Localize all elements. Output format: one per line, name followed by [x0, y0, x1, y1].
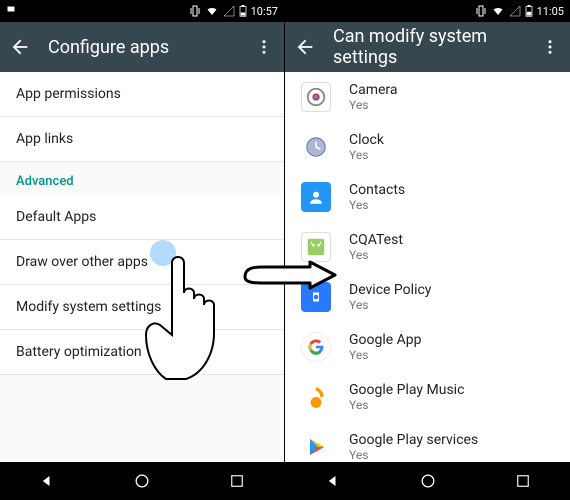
overflow-menu-icon[interactable] — [252, 35, 276, 59]
app-sub: Yes — [349, 98, 398, 112]
app-row-google-app[interactable]: Google App Yes — [285, 322, 570, 372]
clock-time: 10:57 — [251, 5, 278, 18]
google-icon — [301, 332, 331, 362]
app-sub: Yes — [349, 398, 464, 412]
wifi-icon — [205, 5, 219, 17]
app-row-contacts[interactable]: Contacts Yes — [285, 172, 570, 222]
app-title: Clock — [349, 132, 384, 148]
signal-icon — [223, 5, 235, 17]
row-app-links[interactable]: App links — [0, 117, 284, 162]
camera-icon — [301, 82, 331, 112]
nav-bar — [0, 462, 284, 500]
app-title: Contacts — [349, 182, 405, 198]
app-title: Device Policy — [349, 282, 431, 298]
app-title: CQATest — [349, 232, 403, 248]
nav-home-icon[interactable] — [415, 468, 441, 494]
nav-home-icon[interactable] — [129, 468, 155, 494]
app-sub: Yes — [349, 148, 384, 162]
device-policy-icon — [301, 282, 331, 312]
app-row-camera[interactable]: Camera Yes — [285, 72, 570, 122]
battery-icon — [525, 5, 533, 17]
row-modify-system[interactable]: Modify system settings — [0, 285, 284, 330]
overflow-menu-icon[interactable] — [538, 35, 562, 59]
play-music-icon — [301, 382, 331, 412]
signal-icon — [509, 5, 521, 17]
back-arrow-icon[interactable] — [8, 35, 32, 59]
row-draw-over[interactable]: Draw over other apps — [0, 240, 284, 285]
appbar-title: Can modify system settings — [333, 26, 522, 68]
cqatest-icon — [301, 232, 331, 262]
nav-recents-icon[interactable] — [224, 468, 250, 494]
app-row-play-music[interactable]: Google Play Music Yes — [285, 372, 570, 422]
row-app-permissions[interactable]: App permissions — [0, 72, 284, 117]
app-title: Google Play Music — [349, 382, 464, 398]
battery-icon — [239, 5, 247, 17]
wifi-icon — [491, 5, 505, 17]
section-advanced: Advanced — [0, 162, 284, 195]
app-title: Google Play services — [349, 432, 478, 448]
appbar-title: Configure apps — [48, 37, 236, 58]
nav-back-icon[interactable] — [34, 468, 60, 494]
play-services-icon — [301, 432, 331, 462]
app-sub: Yes — [349, 198, 405, 212]
row-default-apps[interactable]: Default Apps — [0, 195, 284, 240]
app-title: Camera — [349, 82, 398, 98]
notification-icon — [6, 5, 18, 17]
app-row-cqatest[interactable]: CQATest Yes — [285, 222, 570, 272]
row-battery-opt[interactable]: Battery optimization — [0, 330, 284, 375]
status-bar: 11:05 — [285, 0, 570, 22]
nav-recents-icon[interactable] — [510, 468, 536, 494]
app-row-play-services[interactable]: Google Play services Yes — [285, 422, 570, 462]
app-sub: Yes — [349, 248, 403, 262]
app-row-clock[interactable]: Clock Yes — [285, 122, 570, 172]
vibrate-icon — [189, 5, 201, 17]
app-bar: Can modify system settings — [285, 22, 570, 72]
app-sub: Yes — [349, 348, 422, 362]
back-arrow-icon[interactable] — [293, 35, 317, 59]
clock-time: 11:05 — [537, 5, 564, 18]
nav-bar — [285, 462, 570, 500]
nav-back-icon[interactable] — [320, 468, 346, 494]
app-list: Camera Yes Clock Yes Contacts — [285, 72, 570, 462]
contacts-icon — [301, 182, 331, 212]
vibrate-icon — [475, 5, 487, 17]
app-sub: Yes — [349, 448, 478, 462]
settings-list: App permissions App links Advanced Defau… — [0, 72, 284, 462]
status-bar: 10:57 — [0, 0, 284, 22]
app-bar: Configure apps — [0, 22, 284, 72]
app-title: Google App — [349, 332, 422, 348]
clock-icon — [301, 132, 331, 162]
app-row-device-policy[interactable]: Device Policy Yes — [285, 272, 570, 322]
screen-modify-system: 11:05 Can modify system settings Camera … — [285, 0, 570, 500]
app-sub: Yes — [349, 298, 431, 312]
screen-configure-apps: 10:57 Configure apps App permissions App… — [0, 0, 285, 500]
